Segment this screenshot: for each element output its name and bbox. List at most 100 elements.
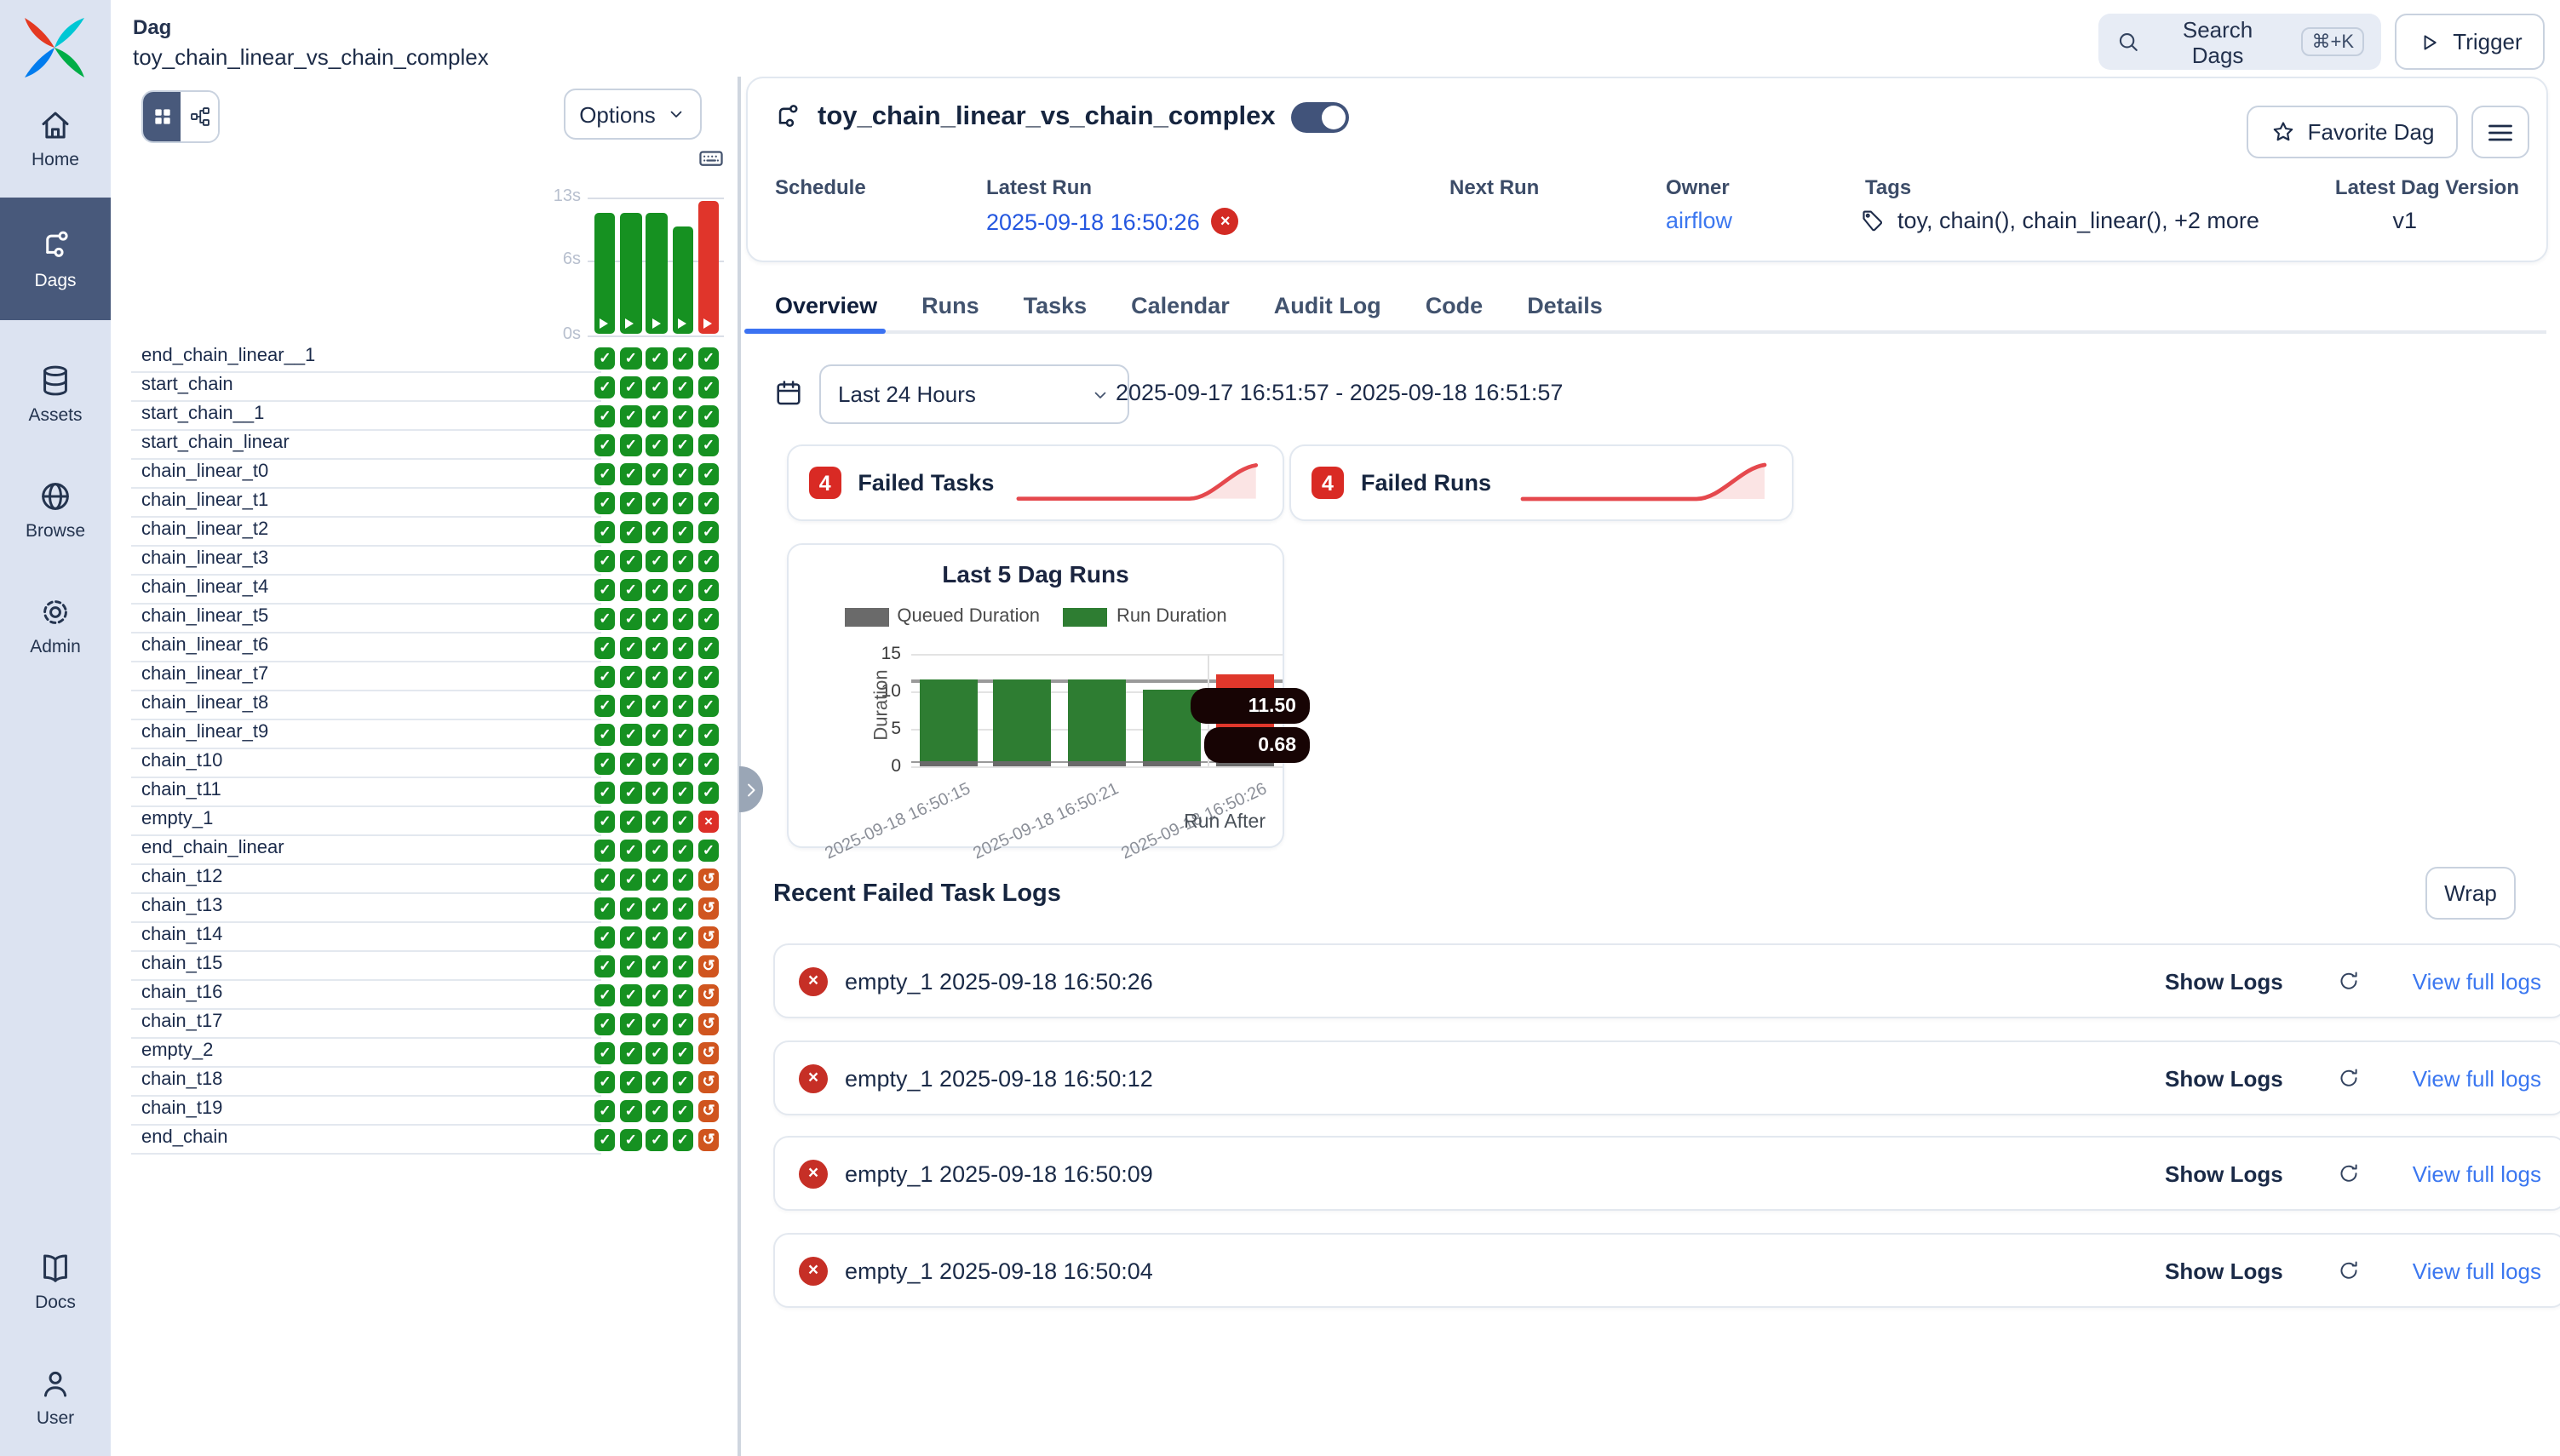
task-instance-success[interactable]: ✓ bbox=[646, 1071, 668, 1092]
run-duration-bar-success[interactable] bbox=[920, 679, 978, 761]
task-instance-success[interactable]: ✓ bbox=[620, 1071, 641, 1092]
refresh-icon[interactable] bbox=[2338, 969, 2362, 993]
task-instance-success[interactable]: ✓ bbox=[672, 463, 693, 484]
task-instance-success[interactable]: ✓ bbox=[646, 666, 668, 687]
tab-calendar[interactable]: Calendar bbox=[1131, 292, 1230, 318]
task-instance-success[interactable]: ✓ bbox=[672, 1129, 693, 1150]
airflow-logo-icon[interactable] bbox=[19, 12, 90, 83]
time-range-select[interactable]: Last 24 Hours bbox=[819, 364, 1129, 424]
task-instance-success[interactable]: ✓ bbox=[672, 926, 693, 948]
task-instance-success[interactable]: ✓ bbox=[698, 405, 720, 427]
task-instance-upstream_failed[interactable]: ↺ bbox=[698, 1013, 720, 1035]
task-instance-upstream_failed[interactable]: ↺ bbox=[698, 984, 720, 1006]
task-instance-success[interactable]: ✓ bbox=[620, 405, 641, 427]
task-name[interactable]: empty_1 bbox=[141, 809, 213, 829]
task-instance-success[interactable]: ✓ bbox=[594, 955, 616, 977]
task-instance-success[interactable]: ✓ bbox=[594, 521, 616, 542]
task-instance-upstream_failed[interactable]: ↺ bbox=[698, 1042, 720, 1063]
task-instance-success[interactable]: ✓ bbox=[646, 434, 668, 456]
dag-pause-toggle[interactable] bbox=[1291, 102, 1349, 133]
task-instance-success[interactable]: ✓ bbox=[698, 608, 720, 629]
task-name[interactable]: chain_t19 bbox=[141, 1098, 222, 1119]
options-dropdown[interactable]: Options bbox=[564, 89, 702, 140]
task-instance-upstream_failed[interactable]: ↺ bbox=[698, 926, 720, 948]
task-instance-success[interactable]: ✓ bbox=[698, 376, 720, 398]
task-instance-success[interactable]: ✓ bbox=[698, 347, 720, 369]
keyboard-shortcuts-icon[interactable] bbox=[697, 145, 726, 172]
task-instance-success[interactable]: ✓ bbox=[594, 434, 616, 456]
trigger-button[interactable]: Trigger bbox=[2395, 14, 2545, 70]
task-instance-success[interactable]: ✓ bbox=[672, 1071, 693, 1092]
task-instance-success[interactable]: ✓ bbox=[672, 347, 693, 369]
task-instance-success[interactable]: ✓ bbox=[698, 666, 720, 687]
task-instance-success[interactable]: ✓ bbox=[646, 1129, 668, 1150]
dag-run-bar-failed[interactable] bbox=[698, 202, 720, 335]
task-instance-success[interactable]: ✓ bbox=[672, 1042, 693, 1063]
task-name[interactable]: chain_t18 bbox=[141, 1069, 222, 1090]
task-instance-success[interactable]: ✓ bbox=[672, 492, 693, 513]
task-instance-success[interactable]: ✓ bbox=[594, 608, 616, 629]
task-instance-success[interactable]: ✓ bbox=[594, 376, 616, 398]
sidebar-item-admin[interactable]: Admin bbox=[0, 576, 111, 674]
tab-audit-log[interactable]: Audit Log bbox=[1274, 292, 1381, 318]
run-duration-bar-success[interactable] bbox=[1068, 680, 1126, 761]
task-instance-success[interactable]: ✓ bbox=[620, 376, 641, 398]
task-name[interactable]: chain_linear_t5 bbox=[141, 606, 268, 627]
latest-run-link[interactable]: 2025-09-18 16:50:26 bbox=[986, 209, 1200, 234]
queued-duration-bar[interactable] bbox=[1068, 761, 1126, 766]
task-instance-success[interactable]: ✓ bbox=[594, 1042, 616, 1063]
task-instance-success[interactable]: ✓ bbox=[672, 1100, 693, 1121]
task-instance-success[interactable]: ✓ bbox=[620, 897, 641, 919]
task-instance-success[interactable]: ✓ bbox=[620, 868, 641, 890]
failed-task-text[interactable]: empty_1 2025-09-18 16:50:04 bbox=[845, 1258, 1153, 1283]
task-instance-success[interactable]: ✓ bbox=[620, 753, 641, 774]
task-instance-upstream_failed[interactable]: ↺ bbox=[698, 897, 720, 919]
task-name[interactable]: chain_linear_t0 bbox=[141, 461, 268, 482]
sidebar-item-dags[interactable]: Dags bbox=[0, 198, 111, 320]
task-instance-failed[interactable]: × bbox=[698, 811, 720, 832]
sidebar-item-user[interactable]: User bbox=[0, 1349, 111, 1444]
task-instance-success[interactable]: ✓ bbox=[646, 376, 668, 398]
task-instance-success[interactable]: ✓ bbox=[646, 753, 668, 774]
task-instance-success[interactable]: ✓ bbox=[620, 1042, 641, 1063]
task-instance-success[interactable]: ✓ bbox=[594, 724, 616, 745]
task-name[interactable]: chain_t16 bbox=[141, 983, 222, 1003]
task-instance-success[interactable]: ✓ bbox=[646, 897, 668, 919]
task-name[interactable]: chain_linear_t3 bbox=[141, 548, 268, 569]
task-instance-success[interactable]: ✓ bbox=[620, 550, 641, 571]
task-instance-success[interactable]: ✓ bbox=[646, 695, 668, 716]
task-instance-upstream_failed[interactable]: ↺ bbox=[698, 955, 720, 977]
dag-run-bar-success[interactable] bbox=[672, 227, 693, 335]
task-instance-success[interactable]: ✓ bbox=[594, 897, 616, 919]
task-instance-success[interactable]: ✓ bbox=[698, 579, 720, 600]
task-name[interactable]: chain_t17 bbox=[141, 1012, 222, 1032]
task-instance-upstream_failed[interactable]: ↺ bbox=[698, 868, 720, 890]
task-instance-success[interactable]: ✓ bbox=[672, 376, 693, 398]
dag-run-bar-success[interactable] bbox=[594, 214, 616, 335]
task-instance-success[interactable]: ✓ bbox=[594, 695, 616, 716]
task-instance-success[interactable]: ✓ bbox=[594, 1013, 616, 1035]
task-instance-success[interactable]: ✓ bbox=[594, 579, 616, 600]
task-instance-success[interactable]: ✓ bbox=[620, 984, 641, 1006]
task-instance-success[interactable]: ✓ bbox=[672, 637, 693, 658]
task-instance-success[interactable]: ✓ bbox=[620, 955, 641, 977]
sidebar-item-docs[interactable]: Docs bbox=[0, 1233, 111, 1328]
dag-run-bar-success[interactable] bbox=[646, 214, 668, 335]
task-instance-success[interactable]: ✓ bbox=[594, 666, 616, 687]
show-logs-button[interactable]: Show Logs bbox=[2165, 968, 2283, 994]
task-instance-success[interactable]: ✓ bbox=[620, 1129, 641, 1150]
task-instance-success[interactable]: ✓ bbox=[594, 782, 616, 803]
task-instance-success[interactable]: ✓ bbox=[672, 695, 693, 716]
show-logs-button[interactable]: Show Logs bbox=[2165, 1258, 2283, 1283]
tab-runs[interactable]: Runs bbox=[921, 292, 979, 318]
task-instance-success[interactable]: ✓ bbox=[594, 984, 616, 1006]
show-logs-button[interactable]: Show Logs bbox=[2165, 1161, 2283, 1186]
task-instance-success[interactable]: ✓ bbox=[646, 782, 668, 803]
owner-link[interactable]: airflow bbox=[1666, 208, 1732, 233]
queued-duration-bar[interactable] bbox=[920, 761, 978, 766]
task-instance-success[interactable]: ✓ bbox=[594, 1129, 616, 1150]
task-instance-success[interactable]: ✓ bbox=[672, 608, 693, 629]
tags-value[interactable]: toy, chain(), chain_linear(), +2 more bbox=[1897, 208, 2259, 233]
dag-menu-button[interactable] bbox=[2471, 106, 2529, 158]
task-instance-success[interactable]: ✓ bbox=[698, 492, 720, 513]
